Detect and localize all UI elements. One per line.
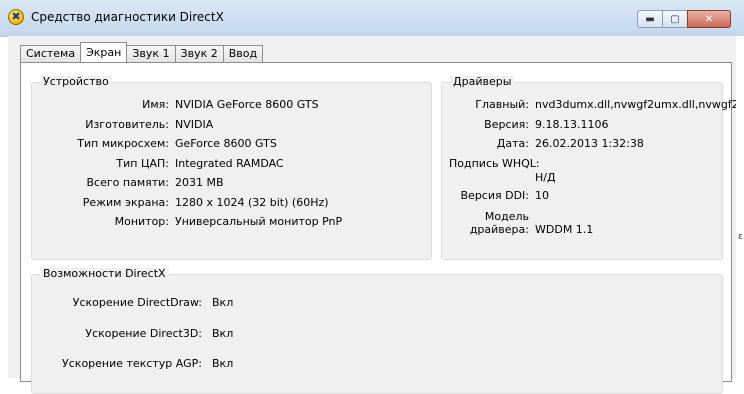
directdraw-row: Ускорение DirectDraw: Вкл bbox=[32, 296, 233, 309]
minimize-button[interactable]: ▬ bbox=[637, 10, 663, 28]
tab-system[interactable]: Система bbox=[20, 45, 82, 62]
whql-value: Н/Д bbox=[535, 171, 556, 184]
driver-model-value: WDDM 1.1 bbox=[535, 223, 594, 236]
whql-label: Подпись WHQL: bbox=[449, 157, 540, 170]
minimize-icon: ▬ bbox=[645, 13, 655, 25]
device-name-label: Имя: bbox=[142, 98, 169, 111]
display-mode-value: 1280 x 1024 (32 bit) (60Hz) bbox=[175, 196, 329, 209]
agp-texture-value: Вкл bbox=[212, 357, 234, 370]
manufacturer-row: Изготовитель: NVIDIA bbox=[32, 118, 213, 131]
monitor-value: Универсальный монитор PnP bbox=[175, 215, 343, 228]
chip-type-row: Тип микросхем: GeForce 8600 GTS bbox=[32, 137, 277, 150]
direct3d-row: Ускорение Direct3D: Вкл bbox=[32, 327, 233, 340]
close-button[interactable]: ✕ bbox=[687, 10, 731, 28]
main-driver-label: Главный: bbox=[475, 98, 529, 111]
title-bar[interactable]: ✖ Средство диагностики DirectX ▬ ▢ ✕ bbox=[0, 0, 744, 37]
main-driver-value: nvd3dumx.dll,nvwgf2umx.dll,nvwgf2 bbox=[535, 98, 739, 111]
maximize-icon: ▢ bbox=[670, 13, 680, 25]
device-name-value: NVIDIA GeForce 8600 GTS bbox=[175, 98, 319, 111]
whql-value-row: Н/Д bbox=[535, 171, 556, 184]
driver-model-label-row: Модель bbox=[442, 210, 529, 223]
device-name-row: Имя: NVIDIA GeForce 8600 GTS bbox=[32, 98, 319, 111]
dac-type-label: Тип ЦАП: bbox=[116, 157, 169, 170]
window-client-area: Система Экран Звук 1 Звук 2 Ввод Устройс… bbox=[8, 36, 739, 394]
total-memory-value: 2031 MB bbox=[175, 176, 224, 189]
dac-type-row: Тип ЦАП: Integrated RAMDAC bbox=[32, 157, 284, 170]
maximize-button[interactable]: ▢ bbox=[662, 10, 688, 28]
driver-date-value: 26.02.2013 1:32:38 bbox=[535, 137, 644, 150]
agp-texture-label: Ускорение текстур AGP: bbox=[62, 357, 202, 370]
total-memory-row: Всего памяти: 2031 MB bbox=[32, 176, 224, 189]
directx-features-title: Возможности DirectX bbox=[40, 268, 169, 280]
driver-date-label: Дата: bbox=[496, 137, 529, 150]
drivers-group: Драйверы Главный: nvd3dumx.dll,nvwgf2umx… bbox=[441, 76, 739, 260]
display-mode-label: Режим экрана: bbox=[82, 196, 169, 209]
ddi-version-label: Версия DDI: bbox=[460, 189, 530, 202]
direct3d-label: Ускорение Direct3D: bbox=[85, 327, 202, 340]
tab-display[interactable]: Экран bbox=[80, 42, 128, 62]
device-group: Устройство Имя: NVIDIA GeForce 8600 GTS … bbox=[31, 76, 432, 260]
directx-app-icon: ✖ bbox=[8, 9, 24, 25]
driver-model-label-line2: драйвера: bbox=[469, 223, 529, 236]
display-mode-row: Режим экрана: 1280 x 1024 (32 bit) (60Hz… bbox=[32, 196, 329, 209]
window-controls: ▬ ▢ ✕ bbox=[637, 10, 731, 28]
background-window-edge: ε bbox=[736, 36, 744, 378]
dac-type-value: Integrated RAMDAC bbox=[175, 157, 284, 170]
agp-texture-row: Ускорение текстур AGP: Вкл bbox=[32, 357, 233, 370]
driver-model-row: драйвера: WDDM 1.1 bbox=[442, 223, 593, 236]
driver-date-row: Дата: 26.02.2013 1:32:38 bbox=[442, 137, 644, 150]
driver-model-label-line1: Модель bbox=[484, 210, 529, 223]
drivers-group-title: Драйверы bbox=[450, 76, 515, 88]
ddi-version-row: Версия DDI: 10 bbox=[442, 189, 550, 202]
edge-glyph: ε bbox=[738, 232, 743, 242]
monitor-label: Монитор: bbox=[114, 215, 169, 228]
manufacturer-value: NVIDIA bbox=[175, 118, 214, 131]
main-driver-row: Главный: nvd3dumx.dll,nvwgf2umx.dll,nvwg… bbox=[442, 98, 739, 111]
manufacturer-label: Изготовитель: bbox=[85, 118, 169, 131]
ddi-version-value: 10 bbox=[535, 189, 549, 202]
display-tab-panel: Устройство Имя: NVIDIA GeForce 8600 GTS … bbox=[20, 62, 739, 394]
tab-sound-2[interactable]: Звук 2 bbox=[174, 45, 224, 62]
driver-version-label: Версия: bbox=[484, 118, 529, 131]
direct3d-value: Вкл bbox=[212, 327, 234, 340]
chip-type-value: GeForce 8600 GTS bbox=[175, 137, 277, 150]
chip-type-label: Тип микросхем: bbox=[77, 137, 169, 150]
driver-version-value: 9.18.13.1106 bbox=[535, 118, 609, 131]
directdraw-value: Вкл bbox=[212, 296, 234, 309]
whql-label-row: Подпись WHQL: bbox=[449, 157, 540, 170]
driver-version-row: Версия: 9.18.13.1106 bbox=[442, 118, 608, 131]
directdraw-label: Ускорение DirectDraw: bbox=[72, 296, 202, 309]
monitor-row: Монитор: Универсальный монитор PnP bbox=[32, 215, 343, 228]
tab-input[interactable]: Ввод bbox=[222, 45, 264, 62]
directx-features-group: Возможности DirectX Ускорение DirectDraw… bbox=[31, 268, 723, 394]
close-icon: ✕ bbox=[704, 13, 714, 25]
device-group-title: Устройство bbox=[40, 76, 112, 88]
window-title: Средство диагностики DirectX bbox=[31, 10, 224, 24]
tab-sound-1[interactable]: Звук 1 bbox=[126, 45, 176, 62]
tab-strip: Система Экран Звук 1 Звук 2 Ввод bbox=[20, 42, 264, 62]
total-memory-label: Всего памяти: bbox=[86, 176, 169, 189]
